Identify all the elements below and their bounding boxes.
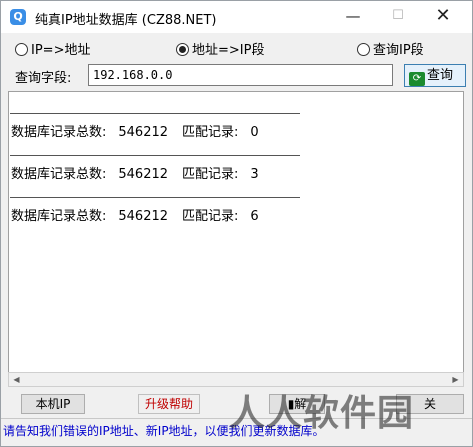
query-button-label: 查询	[427, 68, 454, 83]
app-logo-icon: Q	[10, 9, 26, 25]
scroll-left-icon[interactable]: ◀	[9, 373, 24, 386]
mode-address-to-ip[interactable]: 地址=>IP段	[176, 39, 264, 58]
radio-icon	[357, 43, 370, 56]
mode-ip-to-address[interactable]: IP=>地址	[15, 39, 90, 58]
result-line: 数据库记录总数: 546212 匹配记录: 0	[11, 125, 259, 140]
result-area[interactable]: 数据库记录总数: 546212 匹配记录: 0 数据库记录总数: 546212 匹配记录:…	[8, 91, 464, 387]
window-title: 纯真IP地址数据库 (CZ88.NET)	[35, 13, 217, 28]
mode-query-ip-range[interactable]: 查询IP段	[357, 39, 424, 58]
mode-address-to-ip-label: 地址=>IP段	[192, 43, 265, 58]
maximize-button[interactable]: ☐	[376, 1, 420, 33]
scroll-right-icon[interactable]: ▶	[448, 373, 463, 386]
result-line: 数据库记录总数: 546212 匹配记录: 3	[11, 167, 259, 182]
radio-icon	[15, 43, 28, 56]
mode-query-ip-range-label: 查询IP段	[373, 43, 424, 58]
local-ip-button[interactable]: 本机IP	[21, 394, 85, 414]
mode-ip-to-address-label: IP=>地址	[31, 43, 91, 58]
separator	[10, 155, 300, 156]
title-bar: Q 纯真IP地址数据库 (CZ88.NET) — ☐ ✕	[1, 1, 472, 33]
query-button[interactable]: ⟳ 查询	[404, 64, 466, 87]
watermark: 人人软件园	[229, 393, 415, 434]
query-input[interactable]: 192.168.0.0	[88, 64, 393, 86]
upgrade-help-button[interactable]: 升级帮助	[138, 394, 200, 414]
query-label: 查询字段:	[15, 71, 72, 86]
close-button[interactable]: ✕	[421, 1, 465, 33]
app-window: Q 纯真IP地址数据库 (CZ88.NET) — ☐ ✕ IP=>地址 地址=>…	[0, 0, 473, 447]
radio-selected-icon	[176, 43, 189, 56]
search-icon: ⟳	[409, 72, 425, 86]
separator	[10, 113, 300, 114]
minimize-button[interactable]: —	[331, 1, 375, 33]
result-line: 数据库记录总数: 546212 匹配记录: 6	[11, 209, 259, 224]
separator	[10, 197, 300, 198]
